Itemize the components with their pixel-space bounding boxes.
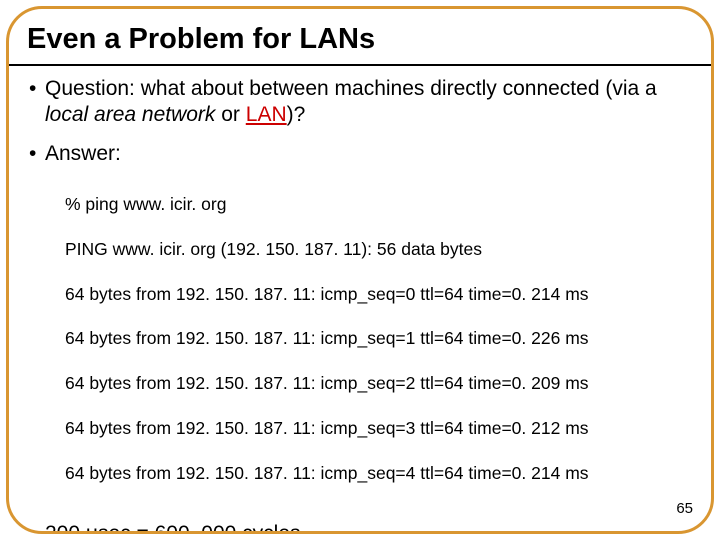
slide-title: Even a Problem for LANs bbox=[27, 23, 693, 56]
lan-link: LAN bbox=[246, 103, 287, 126]
bullet-mark: • bbox=[29, 76, 45, 129]
ping-output: % ping www. icir. org PING www. icir. or… bbox=[29, 169, 697, 515]
ping-line: 64 bytes from 192. 150. 187. 11: icmp_se… bbox=[65, 327, 697, 349]
question-italic: local area network bbox=[45, 103, 215, 126]
cycles-text: 200 μsec = 600, 000 cycles bbox=[45, 521, 697, 534]
bullet-answer: • Answer: bbox=[29, 141, 697, 167]
title-bar: Even a Problem for LANs bbox=[9, 9, 711, 66]
ping-line: 64 bytes from 192. 150. 187. 11: icmp_se… bbox=[65, 462, 697, 484]
slide-body: • Question: what about between machines … bbox=[9, 66, 711, 534]
ping-line: 64 bytes from 192. 150. 187. 11: icmp_se… bbox=[65, 283, 697, 305]
question-text: Question: what about between machines di… bbox=[45, 76, 697, 129]
slide-frame: Even a Problem for LANs • Question: what… bbox=[6, 6, 714, 534]
bullet-question: • Question: what about between machines … bbox=[29, 76, 697, 129]
ping-cmd: % ping www. icir. org bbox=[65, 193, 697, 215]
bullet-mark: • bbox=[29, 141, 45, 167]
ping-header: PING www. icir. org (192. 150. 187. 11):… bbox=[65, 238, 697, 260]
ping-line: 64 bytes from 192. 150. 187. 11: icmp_se… bbox=[65, 372, 697, 394]
bullet-cycles: • 200 μsec = 600, 000 cycles bbox=[29, 521, 697, 534]
ping-line: 64 bytes from 192. 150. 187. 11: icmp_se… bbox=[65, 417, 697, 439]
answer-label: Answer: bbox=[45, 141, 697, 167]
question-post: )? bbox=[287, 103, 306, 126]
bullet-mark: • bbox=[29, 521, 45, 534]
page-number: 65 bbox=[676, 500, 693, 517]
question-mid: or bbox=[215, 103, 245, 126]
question-pre: Question: what about between machines di… bbox=[45, 77, 657, 100]
